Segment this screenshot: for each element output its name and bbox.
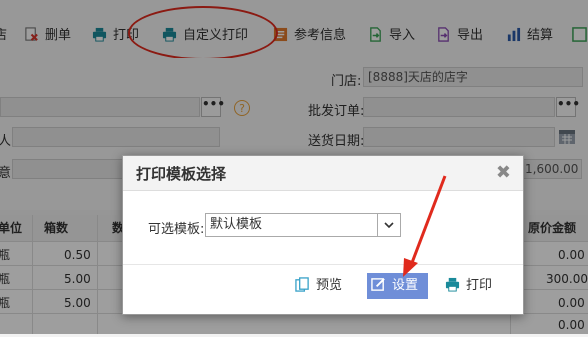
template-selected-value: 默认模板 xyxy=(210,217,263,232)
edit-icon xyxy=(371,277,386,292)
dialog-divider xyxy=(123,264,523,265)
dialog-title: 打印模板选择 xyxy=(136,165,227,183)
preview-icon xyxy=(295,277,310,292)
preview-button[interactable]: 预览 xyxy=(295,273,342,299)
print-template-dialog: 打印模板选择 ✖ 可选模板: 默认模板 预览 设置 打印 xyxy=(122,155,524,315)
printer-icon xyxy=(445,277,460,292)
chevron-down-icon[interactable] xyxy=(377,214,400,236)
settings-button[interactable]: 设置 xyxy=(367,273,429,299)
close-icon[interactable]: ✖ xyxy=(496,162,511,183)
dialog-header: 打印模板选择 ✖ xyxy=(123,156,523,191)
template-select[interactable]: 默认模板 xyxy=(205,213,401,237)
print-button[interactable]: 打印 xyxy=(445,273,492,299)
template-label: 可选模板: xyxy=(148,222,205,237)
